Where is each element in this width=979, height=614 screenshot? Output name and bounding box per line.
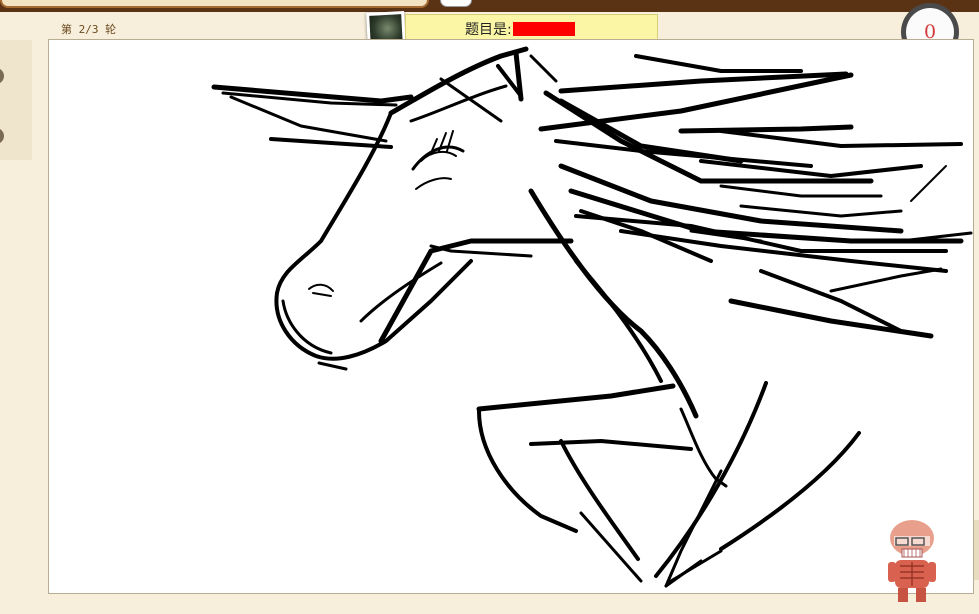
round-indicator: 第 2/3 轮 bbox=[61, 23, 117, 36]
top-tab-left bbox=[0, 0, 429, 8]
top-tab-icon[interactable] bbox=[440, 0, 472, 7]
side-panel bbox=[0, 40, 32, 160]
giant-mascot-icon[interactable] bbox=[880, 516, 940, 606]
hidden-answer-box bbox=[512, 22, 575, 36]
drawing-canvas[interactable] bbox=[48, 39, 974, 594]
side-tab-1[interactable] bbox=[0, 68, 4, 84]
horse-sketch-icon bbox=[211, 46, 973, 588]
prompt-label: 题目是: bbox=[465, 22, 512, 38]
right-edge-panel bbox=[974, 520, 979, 580]
side-tab-2[interactable] bbox=[0, 128, 4, 144]
top-bar bbox=[0, 0, 979, 12]
